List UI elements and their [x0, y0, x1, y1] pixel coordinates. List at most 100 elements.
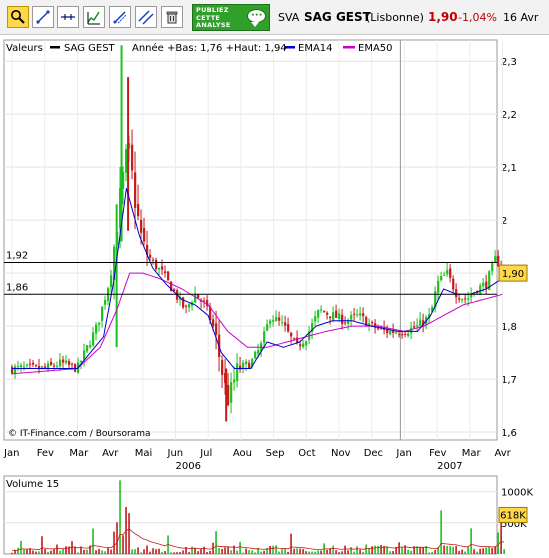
volume-bar: [164, 551, 166, 554]
candle-body: [446, 270, 449, 275]
volume-bar: [332, 545, 334, 554]
volume-bar: [305, 551, 307, 554]
volume-bar: [140, 552, 142, 554]
volume-bar: [341, 551, 343, 554]
candle-body: [44, 366, 47, 368]
candle-body: [131, 144, 134, 171]
candle-body: [227, 384, 230, 405]
x-month-label: Mar: [462, 448, 482, 459]
line-tool[interactable]: [32, 6, 54, 28]
candle-body: [242, 362, 245, 369]
volume-bar: [497, 532, 499, 554]
volume-bar: [308, 551, 310, 554]
volume-bar: [431, 552, 433, 554]
volume-bar: [203, 546, 205, 554]
legend-values: Valeurs: [6, 43, 43, 54]
stock-chart[interactable]: 2,32,22,121,91,81,71,6ValeursSAG GESTAnn…: [0, 35, 549, 558]
volume-bar: [467, 546, 469, 554]
candle-body: [56, 366, 59, 368]
volume-bar: [119, 480, 121, 554]
volume-bar: [344, 545, 346, 554]
volume-bar: [470, 528, 472, 554]
candle-body: [461, 298, 464, 301]
candle-body: [386, 329, 389, 334]
candle-body: [437, 280, 440, 293]
speech-bubble-icon: •••: [247, 9, 266, 27]
volume-bar: [353, 551, 355, 554]
volume-bar: [482, 548, 484, 554]
candle-body: [83, 350, 86, 360]
trend-channel-tool[interactable]: [83, 6, 105, 28]
legend-swatch-ema50: [343, 46, 355, 49]
volume-bar: [275, 545, 277, 554]
volume-bar: [197, 551, 199, 554]
volume-bar: [422, 547, 424, 554]
candle-body: [53, 365, 56, 367]
x-month-label: Dec: [364, 448, 383, 459]
candle-body: [464, 298, 467, 300]
x-month-label: Jan: [395, 448, 411, 459]
volume-bar: [95, 550, 97, 554]
volume-bar: [245, 548, 247, 554]
candle-body: [68, 361, 71, 365]
volume-bar: [221, 548, 223, 554]
volume-bar: [296, 548, 298, 554]
candle-body: [326, 312, 329, 315]
candle-body: [287, 324, 290, 332]
volume-bar: [251, 550, 253, 554]
candle-body: [59, 359, 62, 367]
volume-bar: [371, 546, 373, 554]
trash-tool[interactable]: [161, 6, 183, 28]
volume-bar: [263, 550, 265, 554]
volume-bar: [326, 549, 328, 554]
volume-bar: [491, 547, 493, 554]
zoom-tool-icon: [11, 10, 25, 24]
trash-tool-icon: [166, 11, 178, 24]
volume-bar: [338, 552, 340, 554]
x-year-label: 2006: [176, 461, 201, 472]
legend-ema14: EMA14: [298, 43, 333, 54]
candle-body: [368, 323, 371, 325]
volume-bar: [53, 549, 55, 554]
candle-body: [449, 268, 452, 278]
candle-body: [110, 275, 113, 288]
x-month-label: Fev: [37, 448, 54, 459]
volume-bar: [62, 548, 64, 554]
last-price: 1,90: [428, 10, 458, 24]
fibonacci-tool[interactable]: [109, 6, 131, 28]
volume-bar: [143, 549, 145, 554]
volume-bar: [311, 551, 313, 554]
candle-body: [413, 326, 416, 328]
candle-body: [257, 350, 260, 354]
horizontal-line-tool[interactable]: [57, 6, 79, 28]
candle-body: [467, 298, 470, 300]
parallel-lines-tool[interactable]: [135, 6, 157, 28]
volume-bar: [272, 545, 274, 554]
candle-body: [494, 256, 497, 263]
candle-body: [296, 337, 299, 343]
chart-credit: © IT-Finance.com / Boursorama: [8, 429, 150, 439]
volume-bar: [401, 546, 403, 554]
x-month-label: Oct: [298, 448, 315, 459]
volume-bar: [170, 552, 172, 554]
volume-bar: [146, 545, 148, 554]
volume-bar: [215, 531, 217, 554]
legend-security-name: SAG GEST: [64, 43, 116, 54]
candle-body: [389, 330, 392, 335]
zoom-tool[interactable]: [7, 6, 29, 28]
market-code: SVA: [278, 11, 300, 24]
candle-body: [158, 267, 161, 270]
candle-body: [125, 149, 128, 173]
candle-body: [71, 363, 74, 365]
candle-body: [395, 332, 398, 334]
volume-bar: [299, 548, 301, 554]
publish-analysis-button[interactable]: PUBLIEZ CETTE ANALYSE •••: [192, 4, 270, 31]
volume-bar: [176, 552, 178, 554]
price-change: -1,04%: [458, 11, 497, 24]
volume-bar: [161, 551, 163, 554]
volume-bar: [86, 549, 88, 554]
volume-tick-label: 1000K: [501, 488, 533, 499]
candle-body: [281, 322, 284, 324]
candle-body: [254, 351, 257, 359]
volume-bar: [56, 544, 58, 554]
